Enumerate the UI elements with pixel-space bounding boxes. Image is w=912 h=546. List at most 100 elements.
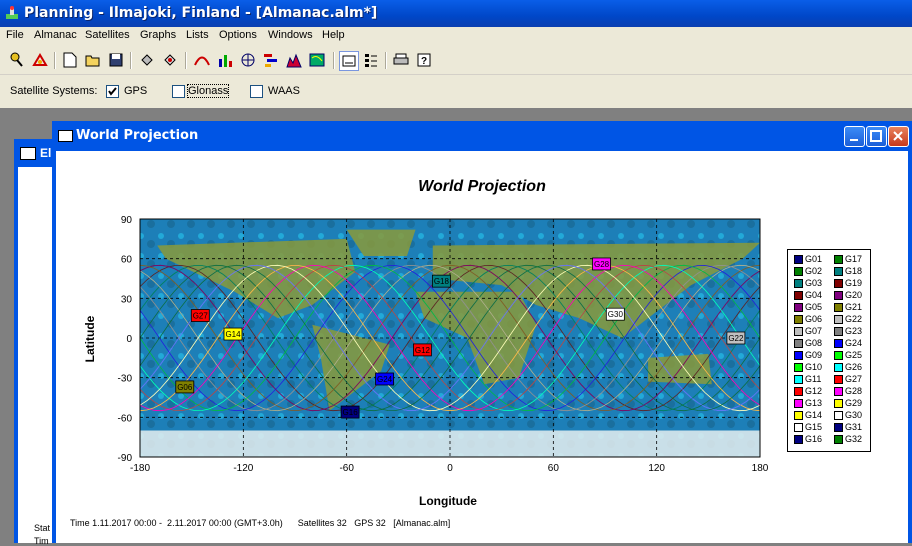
menu-bar: File Almanac Satellites Graphs Lists Opt… [0,27,912,47]
legend-label: G13 [805,398,823,408]
menu-file[interactable]: File [6,29,24,41]
legend-swatch [794,363,803,372]
satellite-library-icon[interactable] [161,51,179,69]
waas-checkbox[interactable] [250,85,263,98]
app-icon [6,6,18,19]
legend-label: G26 [845,362,863,372]
legend-label: G17 [845,254,863,264]
legend-label: G20 [845,290,863,300]
legend-swatch [794,423,803,432]
obstacles-icon[interactable] [31,51,49,69]
menu-options[interactable]: Options [219,29,257,41]
menu-windows[interactable]: Windows [268,29,313,41]
legend-swatch [834,435,843,444]
x-tick-label: -180 [130,463,150,474]
satellite-systems-label: Satellite Systems: [10,85,98,97]
glonass-checkbox[interactable] [172,85,185,98]
legend-label: G11 [805,374,822,384]
x-tick-label: -120 [233,463,253,474]
x-tick-label: -60 [339,463,354,474]
open-folder-icon[interactable] [84,51,102,69]
legend-label: G27 [845,374,863,384]
legend-label: G18 [845,266,863,276]
legend-swatch [794,339,803,348]
legend-swatch [834,267,843,276]
maximize-button[interactable] [866,126,887,147]
menu-graphs[interactable]: Graphs [140,29,176,41]
legend-label: G29 [845,398,863,408]
legend-swatch [834,375,843,384]
satellite-systems-bar: Satellite Systems: GPS Glonass WAAS [0,75,912,108]
legend-swatch [794,351,803,360]
legend-label: G31 [845,422,863,432]
background-window-title: El [40,146,52,160]
satellite-label-g24: G24 [377,375,393,384]
x-tick-label: 120 [648,463,665,474]
world-projection-icon[interactable] [308,51,326,69]
legend-label: G19 [845,278,863,288]
save-icon[interactable] [107,51,125,69]
menu-almanac[interactable]: Almanac [34,29,77,41]
legend-swatch [794,375,803,384]
legend-swatch [794,435,803,444]
close-button[interactable] [888,126,909,147]
minimize-button[interactable] [844,126,865,147]
new-file-icon[interactable] [61,51,79,69]
legend-label: G07 [805,326,823,336]
menu-lists[interactable]: Lists [186,29,209,41]
window-view-icon[interactable] [339,51,359,71]
y-tick-label: 30 [121,294,133,305]
legend-label: G09 [805,350,823,360]
gps-checkbox[interactable] [106,85,119,98]
location-icon[interactable] [8,51,26,69]
dop-icon[interactable] [285,51,303,69]
legend-label: G05 [805,302,823,312]
legend-label: G03 [805,278,823,288]
legend-swatch [834,291,843,300]
sky-plot-icon[interactable] [239,51,257,69]
satellite-label-g18: G18 [434,277,450,286]
waas-label: WAAS [268,85,300,97]
svg-text:?: ? [421,56,427,67]
x-tick-label: 60 [548,463,560,474]
child-window-icon [58,130,73,142]
legend-label: G25 [845,350,863,360]
gps-label: GPS [124,85,148,97]
satellite-label-g30: G30 [608,310,624,319]
y-tick-label: -90 [118,453,133,464]
legend-label: G01 [805,254,823,264]
legend-swatch [794,255,803,264]
satellite-select-icon[interactable] [138,51,156,69]
legend-swatch [834,351,843,360]
legend-swatch [794,399,803,408]
y-tick-label: -60 [118,413,133,424]
legend-swatch [834,387,843,396]
list-view-icon[interactable] [362,51,380,69]
legend-label: G15 [805,422,823,432]
chart-client-area: World Projection -180 -120 -60 0 60 120 180 90 6… [56,151,908,543]
legend-swatch [834,255,843,264]
satellite-label-g28: G28 [594,260,610,269]
world-projection-chart: World Projection -180 -120 -60 0 60 120 180 90 6… [83,178,769,508]
menu-help[interactable]: Help [322,29,345,41]
menu-satellites[interactable]: Satellites [85,29,130,41]
visibility-icon[interactable] [262,51,280,69]
satellite-label-g27: G27 [193,312,209,321]
number-of-satellites-icon[interactable] [216,51,234,69]
legend-label: G32 [845,434,863,444]
background-time: Tim [34,536,49,546]
legend-swatch [834,303,843,312]
legend-swatch [834,363,843,372]
elevation-graph-icon[interactable] [193,51,211,69]
plot-area: -180 -120 -60 0 60 120 180 90 60 30 0 -30 -60 -90 G16 G… [118,215,769,474]
satellite-label-g16: G16 [343,408,359,417]
y-tick-label: 60 [121,255,133,266]
satellite-label-g22: G22 [728,334,744,343]
legend-label: G12 [805,386,823,396]
y-tick-label: -30 [118,374,133,385]
legend-swatch [834,327,843,336]
world-projection-window[interactable]: World Projection World Projection -180 -1… [52,121,912,543]
help-icon[interactable]: ? [415,51,433,69]
print-icon[interactable] [392,51,410,69]
legend-label: G21 [845,302,863,312]
